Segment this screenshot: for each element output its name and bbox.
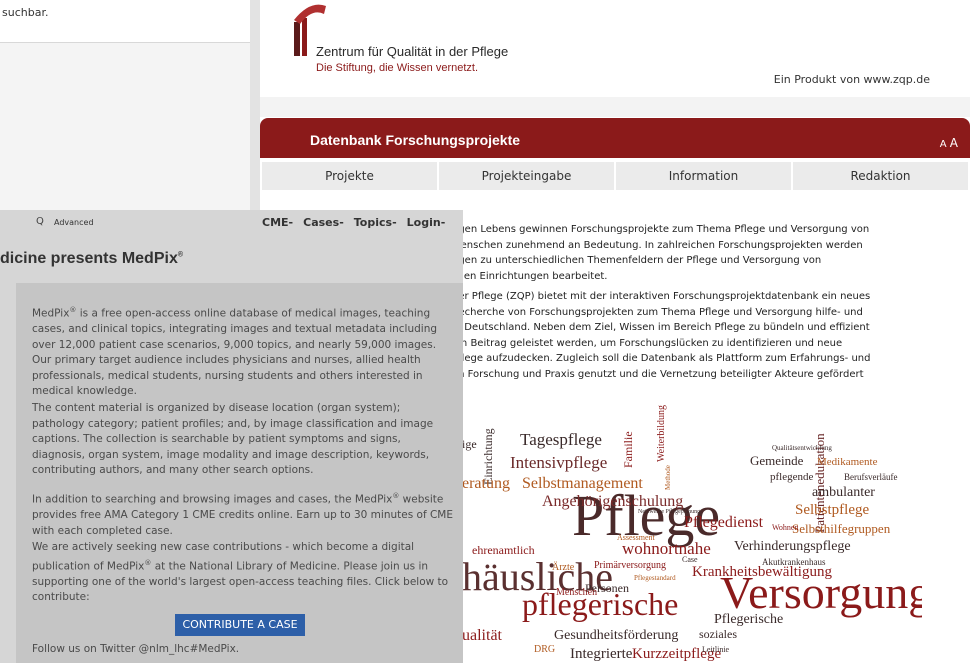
cloud-word: Pflegestandard xyxy=(634,574,676,582)
tab-projekteingabe[interactable]: Projekteingabe xyxy=(439,162,614,190)
cloud-word: Angehörigenschulung xyxy=(542,493,683,510)
cloud-word: Intensivpflege xyxy=(510,453,607,472)
advanced-search-link[interactable]: Advanced xyxy=(54,218,94,227)
tab-information[interactable]: Information xyxy=(616,162,791,190)
intro-paragraph-2: der Pflege (ZQP) bietet mit der interakt… xyxy=(452,289,947,382)
menu-label: CME xyxy=(262,216,289,229)
cloud-word: Ärzte xyxy=(552,561,575,573)
menu-topics[interactable]: Topics- xyxy=(354,216,397,229)
cloud-word: Weiterbildung xyxy=(656,405,667,462)
cloud-word: ehrenamtlich xyxy=(472,543,535,557)
text-strip: suchbar. xyxy=(0,0,250,43)
cloud-word: Medikamente xyxy=(817,456,878,468)
cloud-word: Tagespflege xyxy=(520,430,602,449)
cloud-word: Familie xyxy=(621,431,635,468)
background-window: suchbar. xyxy=(0,0,250,210)
cloud-word: Selbsthilfegruppen xyxy=(792,521,891,536)
cloud-word: DRG xyxy=(534,644,555,655)
text-line: ein Beitrag geleistet werden, um Forschu… xyxy=(452,337,843,349)
cloud-word: Menschen xyxy=(556,587,597,598)
intro-paragraph-1: ngen Lebens gewinnen Forschungsprojekte … xyxy=(452,222,947,284)
cloud-word: Assessment xyxy=(617,533,656,542)
snippet-text: suchbar. xyxy=(2,6,49,19)
cloud-word: Pflegedienst xyxy=(684,514,764,531)
text-line: in Deutschland. Neben dem Ziel, Wissen i… xyxy=(452,322,870,333)
text-line: chen Einrichtungen bearbeitet. xyxy=(452,270,608,282)
reg-mark: ® xyxy=(177,251,184,259)
cloud-word: Selbstpflege xyxy=(795,502,869,518)
cloud-word: Primärversorgung xyxy=(594,560,666,571)
cloud-word: Netzwerke Pflegeplanung xyxy=(638,508,700,515)
cloud-word: Pflegerische xyxy=(714,612,783,627)
cloud-word: Gesundheitsförderung xyxy=(554,628,678,643)
menu-label: Login xyxy=(406,216,441,229)
menu-label: Topics xyxy=(353,216,393,229)
twitter-follow[interactable]: Follow us on Twitter @nlm_lhc#MedPix. xyxy=(32,643,239,655)
cloud-word: Selbstmanagement xyxy=(522,475,643,492)
text-line: ngen Lebens gewinnen Forschungsprojekte … xyxy=(452,224,870,235)
menu-label: Cases xyxy=(303,216,340,229)
text-line: der Pflege (ZQP) bietet mit der interakt… xyxy=(452,291,871,302)
search-icon[interactable]: Q xyxy=(36,216,44,227)
font-size-toggle[interactable]: A A xyxy=(940,136,958,150)
page-title-text: dicine presents MedPix xyxy=(0,250,178,267)
text-line: Recherche von Forschungsprojekten zum Th… xyxy=(452,306,863,318)
text-line: Pflege aufzudecken. Zugleich soll die Da… xyxy=(452,353,871,364)
cloud-word: Berufsverläufe xyxy=(844,472,897,482)
cme-paragraph: In addition to searching and browsing im… xyxy=(32,489,456,539)
contribute-case-button[interactable]: CONTRIBUTE A CASE xyxy=(175,614,305,636)
font-large-button[interactable]: A xyxy=(950,136,958,150)
paragraph-text: In addition to searching and browsing im… xyxy=(32,493,393,506)
cloud-word: Qualitätsentwicklung xyxy=(772,444,832,452)
zqp-header: Zentrum für Qualität in der Pflege Die S… xyxy=(260,0,970,98)
menu-login[interactable]: Login- xyxy=(407,216,446,229)
tab-redaktion[interactable]: Redaktion xyxy=(793,162,968,190)
menu-cases[interactable]: Cases- xyxy=(303,216,344,229)
tab-projekte[interactable]: Projekte xyxy=(262,162,437,190)
cloud-word: Wohnen xyxy=(772,523,798,532)
medpix-menu: CME- Cases- Topics- Login- xyxy=(262,216,445,229)
banner: Datenbank Forschungsprojekte A A xyxy=(260,118,970,158)
cloud-word: ambulanter xyxy=(812,485,875,500)
cloud-word: Case xyxy=(682,555,698,564)
brand-text: MedPix xyxy=(32,307,70,320)
banner-title: Datenbank Forschungsprojekte xyxy=(310,132,521,148)
cloud-word: Akutkrankenhaus xyxy=(762,557,826,567)
paragraph-text: The content material is organized by dis… xyxy=(32,402,434,476)
logo-subtitle: Die Stiftung, die Wissen vernetzt. xyxy=(316,62,479,74)
text-line: ngen zu unterschiedlichen Themenfeldern … xyxy=(452,255,822,266)
cloud-word: Leitlinie xyxy=(702,645,730,654)
page-title: dicine presents MedPix® xyxy=(0,250,183,268)
medpix-window: Q Advanced CME- Cases- Topics- Login- di… xyxy=(0,210,463,663)
text-line: Menschen zunehmend an Bedeutung. In zahl… xyxy=(452,239,863,251)
menu-cme[interactable]: CME- xyxy=(262,216,293,229)
header-gap xyxy=(260,97,970,117)
window-gap xyxy=(250,0,260,210)
logo-title: Zentrum für Qualität in der Pflege xyxy=(316,44,509,59)
contribution-paragraph: We are actively seeking new case contrib… xyxy=(32,540,456,606)
medpix-navbar: Q Advanced CME- Cases- Topics- Login- xyxy=(0,210,463,238)
font-small-button[interactable]: A xyxy=(940,139,947,150)
paragraph-text: is a free open-access online database of… xyxy=(32,307,438,398)
cloud-word: Methode xyxy=(664,465,672,490)
intro-panel: MedPix® is a free open-access online dat… xyxy=(16,283,463,663)
text-line: on Forschung und Praxis genutzt und die … xyxy=(452,368,864,380)
cloud-word: Verhinderungspflege xyxy=(734,539,851,554)
cloud-word: soziales xyxy=(699,627,737,641)
intro-paragraph: MedPix® is a free open-access online dat… xyxy=(32,303,456,400)
word-cloud: Pflege Versorgung häusliche pflegerische… xyxy=(452,390,922,663)
content-paragraph: The content material is organized by dis… xyxy=(32,401,456,479)
cloud-word: pflegende xyxy=(770,471,813,483)
produkt-link[interactable]: Ein Produkt von www.zqp.de xyxy=(774,73,930,86)
tab-bar: Projekte Projekteingabe Information Reda… xyxy=(260,162,970,190)
cloud-word: Integrierte xyxy=(570,646,633,662)
cloud-word: Gemeinde xyxy=(750,453,804,468)
